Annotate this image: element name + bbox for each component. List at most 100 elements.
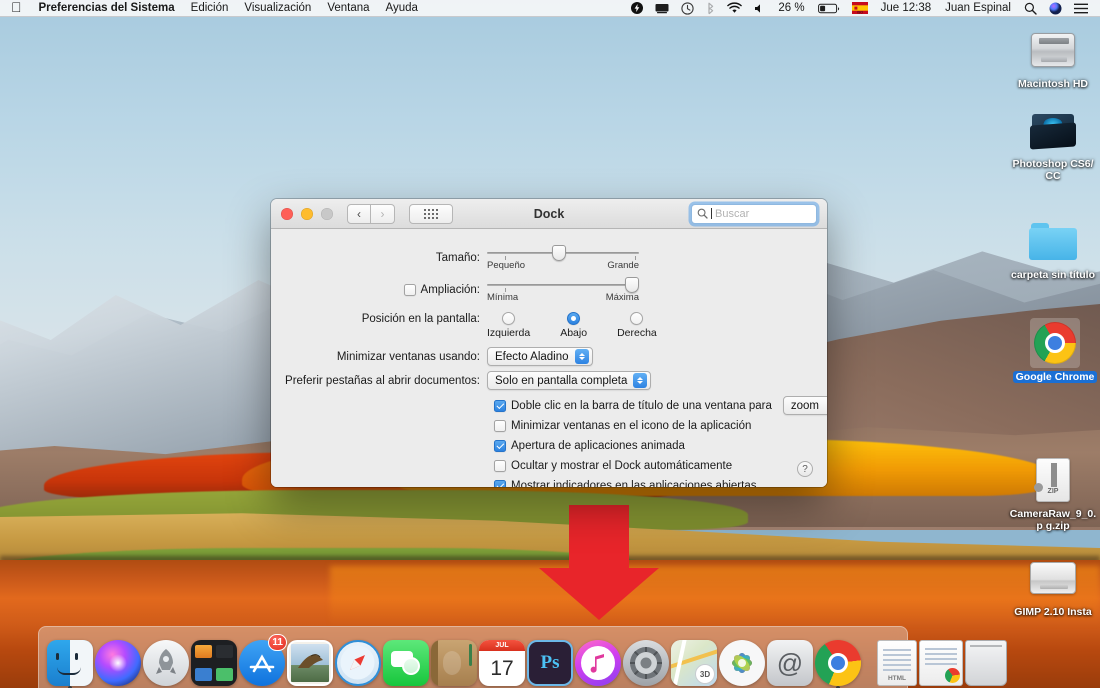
dock-item-app-store[interactable]: 11: [239, 634, 287, 686]
double-click-checkbox[interactable]: [494, 399, 506, 412]
dock-item-safari[interactable]: [335, 636, 381, 686]
itunes-icon: [575, 640, 621, 686]
checkbox-row-auto-hide-dock[interactable]: Ocultar y mostrar el Dock automáticament…: [487, 457, 827, 474]
minimize-into-icon-checkbox[interactable]: [494, 419, 506, 432]
dock-item-correo[interactable]: @: [767, 636, 813, 686]
photoshop-glyph: Ps: [540, 652, 560, 673]
dock-item-system-preferences[interactable]: [623, 636, 669, 686]
radio-label: Izquierda: [487, 327, 531, 339]
search-input[interactable]: Buscar: [691, 203, 817, 224]
size-min-label: Pequeño: [487, 260, 526, 271]
battery-icon[interactable]: [812, 0, 846, 16]
menubar-user[interactable]: Juan Espinal: [938, 2, 1018, 14]
battery-percent[interactable]: 26 %: [771, 2, 811, 14]
desktop-icon-label: Photoshop CS6/ CC: [1012, 158, 1094, 182]
zip-archive-icon: ZIP: [1028, 455, 1078, 505]
radio-button-selected[interactable]: [567, 312, 581, 325]
dock-item-mensajes[interactable]: [383, 636, 429, 686]
dock-item-fotos[interactable]: [719, 636, 765, 686]
minimize-effect-value: Efecto Aladino: [495, 350, 569, 363]
desktop-icon-photoshop-folder[interactable]: Photoshop CS6/ CC: [1008, 105, 1098, 182]
dock-file-document[interactable]: [919, 636, 963, 686]
mail-stamp-icon: [287, 640, 333, 686]
animate-opening-checkbox[interactable]: [494, 439, 506, 452]
contacts-icon: [431, 640, 477, 686]
text-caret: [711, 208, 712, 219]
system-preferences-icon: [623, 640, 669, 686]
dock-item-photoshop[interactable]: Ps: [527, 636, 573, 686]
double-click-action-popup[interactable]: zoom: [782, 396, 827, 415]
dock: 11 JUL 17 Ps 3D @ HTML: [38, 626, 1007, 688]
correo-glyph: @: [776, 648, 804, 678]
bluetooth-icon[interactable]: [700, 0, 721, 16]
hard-disk-icon: [1028, 25, 1078, 75]
menu-ayuda[interactable]: Ayuda: [378, 0, 426, 16]
dock-item-contactos[interactable]: [431, 636, 477, 686]
auto-hide-dock-checkbox[interactable]: [494, 459, 506, 472]
dock-item-trash[interactable]: [965, 636, 1007, 686]
flash-icon[interactable]: [625, 0, 649, 16]
checkbox-row-double-click[interactable]: Doble clic en la barra de título de una …: [487, 396, 827, 415]
wifi-icon[interactable]: [721, 0, 748, 16]
input-source-flag-icon[interactable]: ISO: [846, 0, 874, 16]
position-label: Posición en la pantalla:: [361, 313, 480, 325]
minimize-button[interactable]: [301, 207, 313, 220]
dock-item-mission-control[interactable]: [191, 636, 237, 686]
minimize-effect-popup[interactable]: Efecto Aladino: [487, 347, 593, 366]
magnification-checkbox[interactable]: [403, 284, 416, 296]
back-button[interactable]: ‹: [347, 203, 371, 224]
dock-item-finder[interactable]: [47, 636, 93, 688]
menu-visualizacion[interactable]: Visualización: [236, 0, 319, 16]
radio-button[interactable]: [630, 312, 644, 325]
dock-item-siri[interactable]: [95, 636, 141, 686]
dock-file-html[interactable]: HTML: [877, 636, 917, 686]
show-indicators-checkbox[interactable]: [494, 479, 506, 487]
prefer-tabs-popup[interactable]: Solo en pantalla completa: [487, 371, 652, 390]
folder-blue-icon: [1028, 216, 1078, 266]
traffic-light-buttons: [281, 207, 333, 220]
show-indicators-label: Mostrar indicadores en las aplicaciones …: [511, 479, 757, 488]
size-slider-thumb[interactable]: [552, 245, 566, 261]
menubar-clock[interactable]: Jue 12:38: [874, 2, 939, 14]
double-click-action-value: zoom: [790, 399, 819, 412]
checkbox-row-show-indicators[interactable]: Mostrar indicadores en las aplicaciones …: [487, 477, 827, 487]
radio-izquierda[interactable]: Izquierda: [487, 312, 530, 339]
dock-item-mapas[interactable]: 3D: [671, 636, 717, 686]
radio-button[interactable]: [502, 312, 516, 325]
radio-abajo[interactable]: Abajo: [560, 312, 587, 339]
desktop-icon-gimp-installer[interactable]: GIMP 2.10 Insta: [1008, 553, 1098, 618]
dock-item-mail-stamp[interactable]: [287, 636, 333, 686]
checkbox-row-animate-opening[interactable]: Apertura de aplicaciones animada: [487, 437, 827, 454]
close-button[interactable]: [281, 207, 293, 220]
help-button[interactable]: ?: [797, 461, 813, 477]
checkbox-row-minimize-into-icon[interactable]: Minimizar ventanas en el icono de la apl…: [487, 417, 827, 434]
size-slider[interactable]: [487, 245, 639, 261]
size-max-label: Grande: [607, 260, 639, 271]
desktop-icon-carpeta-sin-titulo[interactable]: carpeta sin título: [1008, 216, 1098, 281]
dock-item-google-chrome[interactable]: [815, 636, 861, 688]
radio-derecha[interactable]: Derecha: [617, 312, 657, 339]
notification-center-icon[interactable]: [1068, 0, 1094, 16]
dock-item-calendario[interactable]: JUL 17: [479, 636, 525, 686]
dock-item-itunes[interactable]: [575, 636, 621, 686]
menu-ventana[interactable]: Ventana: [319, 0, 377, 16]
menu-edicion[interactable]: Edición: [183, 0, 237, 16]
siri-icon[interactable]: [1043, 0, 1068, 16]
magnification-min-label: Mínima: [487, 292, 519, 303]
apple-logo-icon[interactable]: : [8, 0, 31, 14]
search-icon[interactable]: [1018, 0, 1043, 16]
volume-icon[interactable]: [748, 0, 771, 16]
prefer-tabs-value: Solo en pantalla completa: [495, 374, 628, 387]
desktop-icon-cameraraw-zip[interactable]: ZIP CameraRaw_9_0.p g.zip: [1008, 455, 1098, 532]
dock-item-launchpad[interactable]: [143, 636, 189, 686]
menu-app-name[interactable]: Preferencias del Sistema: [31, 0, 183, 16]
show-all-button[interactable]: [409, 203, 453, 224]
desktop-icon-google-chrome[interactable]: Google Chrome: [1010, 318, 1100, 383]
magnification-slider[interactable]: [487, 277, 639, 293]
document-icon: [919, 640, 963, 686]
desktop-icon-macintosh-hd[interactable]: Macintosh HD: [1008, 25, 1098, 90]
magnification-slider-thumb[interactable]: [625, 277, 639, 293]
display-icon[interactable]: [649, 0, 675, 16]
calendar-day: 17: [490, 656, 514, 680]
time-machine-icon[interactable]: [675, 0, 700, 16]
